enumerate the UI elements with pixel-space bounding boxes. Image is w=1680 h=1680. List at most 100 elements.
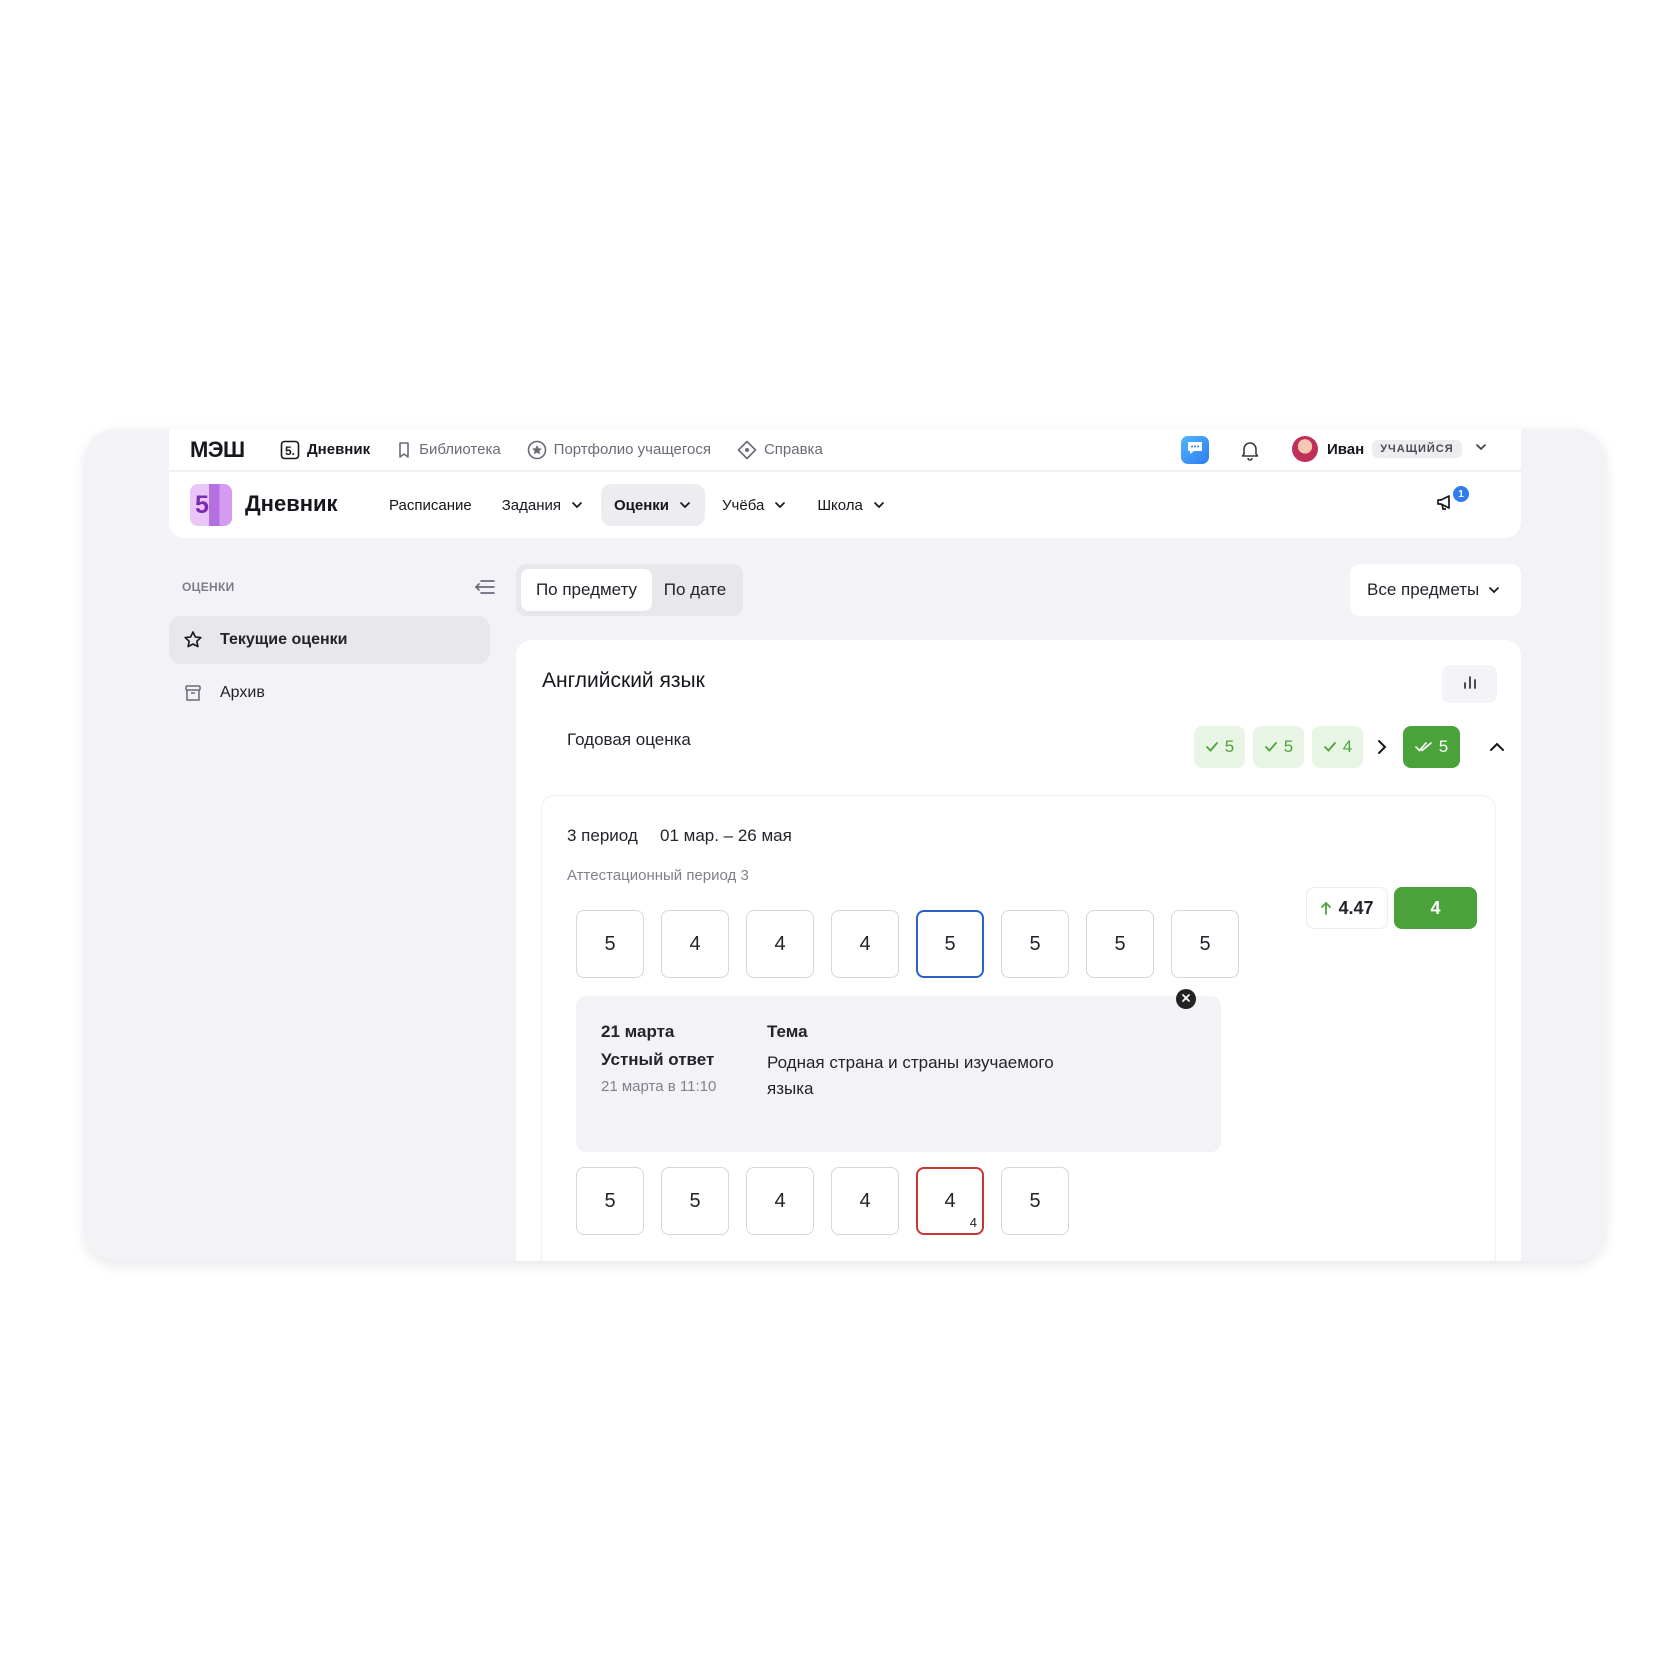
avatar bbox=[1292, 436, 1318, 462]
nav-label: Расписание bbox=[389, 496, 472, 514]
nav-school[interactable]: Школа bbox=[804, 484, 899, 526]
notifications-button[interactable] bbox=[1239, 439, 1261, 466]
sidebar-item-label: Архив bbox=[220, 684, 265, 701]
subject-filter-select[interactable]: Все предметы bbox=[1350, 564, 1521, 616]
top-nav-portfolio[interactable]: Портфолио учащегося bbox=[527, 440, 711, 460]
period-block: 3 период 01 мар. – 26 мая Аттестационный… bbox=[541, 795, 1496, 1261]
grade-cell[interactable]: 5 bbox=[1086, 910, 1154, 978]
collapse-menu-icon bbox=[472, 580, 496, 601]
average-grade: 4.47 bbox=[1306, 887, 1388, 929]
year-marks: 5 5 4 5 bbox=[1194, 726, 1506, 768]
period-mark-chip[interactable]: 5 bbox=[1194, 726, 1245, 768]
user-menu[interactable]: Иван учащийся bbox=[1292, 436, 1488, 462]
top-nav-diary[interactable]: 5. Дневник bbox=[280, 440, 370, 460]
grade-cell[interactable]: 5 bbox=[1001, 1167, 1069, 1235]
close-detail-button[interactable] bbox=[1176, 989, 1196, 1009]
top-nav-label: Портфолио учащегося bbox=[553, 441, 711, 458]
chevron-up-icon[interactable] bbox=[1488, 740, 1506, 754]
period-final-mark[interactable]: 4 bbox=[1394, 887, 1477, 929]
announcements-button[interactable]: 1 bbox=[1435, 486, 1469, 519]
chevron-down-icon bbox=[678, 498, 692, 512]
check-icon bbox=[1323, 741, 1337, 753]
collapse-sidebar-button[interactable] bbox=[472, 577, 496, 602]
period-mark-chip[interactable]: 5 bbox=[1253, 726, 1304, 768]
grade-cell[interactable]: 4 bbox=[746, 910, 814, 978]
subject-filter-value: Все предметы bbox=[1367, 580, 1480, 599]
chevron-down-icon bbox=[1474, 440, 1488, 459]
marks-row: 5 4 4 4 5 5 5 5 bbox=[576, 910, 1256, 978]
mark-value: 4 bbox=[944, 1189, 956, 1212]
grade-cell[interactable]: 5 bbox=[576, 1167, 644, 1235]
year-final-mark[interactable]: 5 bbox=[1403, 726, 1460, 768]
bar-chart-icon bbox=[1461, 674, 1479, 695]
double-check-icon bbox=[1414, 741, 1433, 753]
diary-title: Дневник bbox=[245, 491, 338, 516]
grade-cell[interactable]: 4 bbox=[661, 910, 729, 978]
nav-label: Задания bbox=[501, 496, 561, 514]
top-nav-help[interactable]: Справка bbox=[737, 440, 823, 460]
nav-label: Оценки bbox=[614, 496, 670, 514]
chat-bubble-icon bbox=[1186, 440, 1204, 461]
chevron-right-icon bbox=[1375, 738, 1389, 756]
grade-detail-popover: 21 марта Устный ответ 21 марта в 11:10 Т… bbox=[576, 996, 1221, 1152]
nav-schedule[interactable]: Расписание bbox=[376, 484, 485, 526]
nav-study[interactable]: Учёба bbox=[709, 484, 800, 526]
tab-by-date[interactable]: По дате bbox=[652, 569, 738, 611]
check-icon bbox=[1205, 741, 1219, 753]
tab-by-subject[interactable]: По предмету bbox=[521, 569, 652, 611]
archive-icon bbox=[183, 683, 203, 703]
top-nav-label: Дневник bbox=[307, 441, 371, 458]
user-name: Иван bbox=[1327, 440, 1365, 458]
grade-cell[interactable]: 5 bbox=[1171, 910, 1239, 978]
sidebar-item-current-grades[interactable]: Текущие оценки bbox=[169, 616, 490, 664]
diary-header: 5 Дневник Расписание Задания Оценки Учёб… bbox=[169, 472, 1521, 538]
announcements-count-badge: 1 bbox=[1453, 486, 1469, 502]
messenger-button[interactable] bbox=[1181, 436, 1209, 464]
mark-value: 5 bbox=[1283, 737, 1294, 756]
average-value: 4.47 bbox=[1338, 897, 1374, 918]
chevron-down-icon bbox=[570, 498, 584, 512]
star-icon bbox=[183, 630, 203, 650]
grade-cell[interactable]: 5 bbox=[661, 1167, 729, 1235]
period-name: 3 период bbox=[567, 826, 638, 845]
detail-time: 21 марта в 11:10 bbox=[601, 1078, 717, 1095]
grade-cell[interactable]: 4 bbox=[746, 1167, 814, 1235]
app-window: МЭШ 5. Дневник Библиотека Портфолио учащ… bbox=[85, 429, 1605, 1261]
help-diamond-icon bbox=[737, 440, 757, 460]
detail-type: Устный ответ bbox=[601, 1050, 715, 1069]
chevron-down-icon bbox=[1487, 583, 1501, 597]
grade-cell-weighted[interactable]: 4 4 bbox=[916, 1167, 984, 1235]
period-mark-chip[interactable]: 4 bbox=[1312, 726, 1363, 768]
check-icon bbox=[1264, 741, 1278, 753]
grade-cell-selected[interactable]: 5 bbox=[916, 910, 984, 978]
nav-grades[interactable]: Оценки bbox=[601, 484, 706, 526]
stats-button[interactable] bbox=[1442, 665, 1497, 703]
bookmark-icon bbox=[396, 441, 412, 459]
grade-cell[interactable]: 5 bbox=[1001, 910, 1069, 978]
diary-five-icon: 5. bbox=[280, 440, 300, 460]
mark-weight: 4 bbox=[969, 1215, 977, 1230]
grade-cell[interactable]: 5 bbox=[576, 910, 644, 978]
mesh-logo[interactable]: МЭШ bbox=[190, 437, 245, 463]
mark-value: 5 bbox=[1438, 737, 1449, 756]
detail-topic-label: Тема bbox=[767, 1022, 808, 1041]
detail-date: 21 марта bbox=[601, 1022, 675, 1041]
period-subtitle: Аттестационный период 3 bbox=[567, 867, 749, 884]
view-toggle: По предмету По дате bbox=[516, 564, 743, 616]
diary-logo[interactable]: 5 bbox=[190, 484, 232, 526]
portfolio-star-icon bbox=[527, 440, 547, 460]
chevron-down-icon bbox=[872, 498, 886, 512]
sidebar-item-archive[interactable]: Архив bbox=[169, 669, 490, 717]
grade-cell[interactable]: 4 bbox=[831, 910, 899, 978]
top-nav-label: Справка bbox=[763, 441, 823, 458]
bell-icon bbox=[1239, 442, 1261, 465]
main-nav: Расписание Задания Оценки Учёба Школа bbox=[376, 484, 903, 526]
megaphone-icon bbox=[1435, 495, 1459, 518]
top-nav-library[interactable]: Библиотека bbox=[396, 441, 501, 459]
role-badge: учащийся bbox=[1372, 440, 1462, 458]
close-icon bbox=[1181, 990, 1191, 1008]
detail-topic: Родная страна и страны изучаемого языка bbox=[767, 1053, 1054, 1098]
nav-assignments[interactable]: Задания bbox=[489, 484, 597, 526]
grade-cell[interactable]: 4 bbox=[831, 1167, 899, 1235]
top-nav: 5. Дневник Библиотека Портфолио учащегос… bbox=[280, 429, 849, 471]
